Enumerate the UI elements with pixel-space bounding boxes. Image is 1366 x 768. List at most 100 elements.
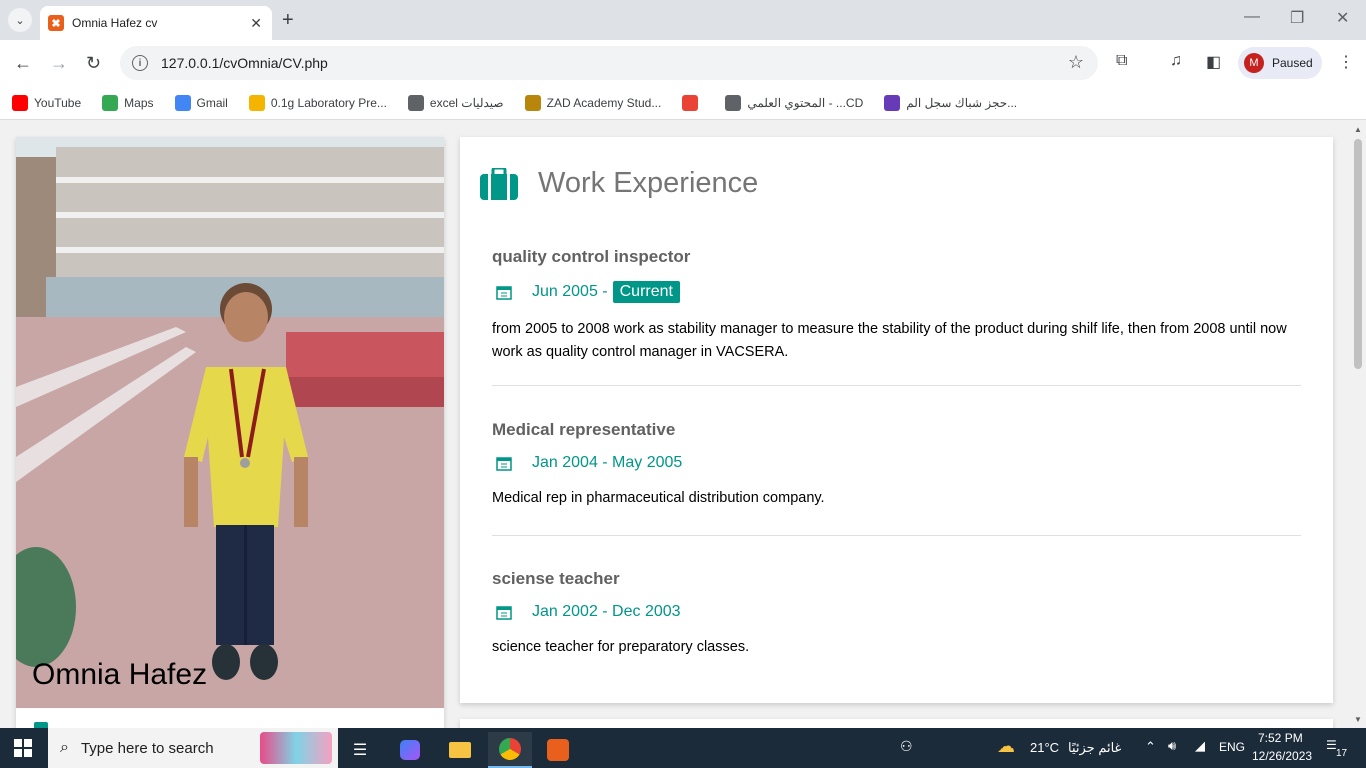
bookmark-label: 0.1g Laboratory Pre...	[270, 95, 387, 110]
profile-photo-illustration	[16, 137, 444, 708]
profile-card: Omnia Hafez	[16, 137, 444, 728]
divider	[492, 385, 1301, 386]
job-title: quality control inspector	[492, 247, 691, 266]
divider	[492, 535, 1301, 536]
browser-tab[interactable]: ✖ Omnia Hafez cv ✕	[40, 6, 272, 40]
bookmark-item[interactable]	[682, 94, 704, 111]
job-date: Jun 2005 - Current	[492, 281, 1301, 303]
calendar-icon	[496, 286, 512, 300]
xampp-taskbar-icon[interactable]	[536, 732, 580, 768]
bookmark-item[interactable]: Gmail	[174, 94, 228, 111]
weather-desc[interactable]: غائم جزئيًا	[1068, 740, 1121, 756]
globe-icon	[725, 94, 742, 111]
notification-count: 17	[1336, 748, 1348, 759]
work-experience-card: Work Experience quality control inspecto…	[460, 137, 1333, 703]
forward-arrow-icon[interactable]: →	[50, 52, 68, 74]
bookmark-item[interactable]: المحتوي العلمي - ...CD	[725, 94, 864, 111]
url-text[interactable]: 127.0.0.1/cvOmnia/CV.php	[161, 55, 328, 71]
tab-title: Omnia Hafez cv	[72, 16, 158, 30]
zad-icon	[524, 94, 541, 111]
job-date: Jan 2004 - May 2005	[492, 454, 1301, 472]
gmail-icon	[682, 94, 699, 111]
language-indicator[interactable]: ENG	[1219, 740, 1245, 754]
site-icon	[248, 94, 265, 111]
profile-name: Omnia Hafez	[32, 658, 208, 691]
bookmark-item[interactable]: Maps	[102, 94, 154, 111]
tab-search-button[interactable]: ⌄	[8, 8, 32, 32]
windows-start-icon[interactable]	[14, 739, 32, 757]
section-title: Work Experience	[538, 167, 759, 199]
xampp-favicon-icon: ✖	[48, 15, 64, 31]
bookmark-label: حجز شباك سجل الم...	[906, 95, 1018, 110]
job-title: Medical representative	[492, 420, 676, 439]
page-scrollbar[interactable]: ▲ ▼	[1350, 121, 1366, 728]
bookmark-item[interactable]: excel صيدليات	[407, 94, 504, 111]
bookmark-label: YouTube	[34, 95, 82, 110]
scroll-down-icon[interactable]: ▼	[1354, 715, 1362, 724]
scroll-up-icon[interactable]: ▲	[1354, 125, 1362, 134]
address-bar[interactable]: i 127.0.0.1/cvOmnia/CV.php ☆	[120, 46, 1098, 80]
profile-photo: Omnia Hafez	[16, 137, 444, 708]
close-window-icon[interactable]: ✕	[1336, 8, 1349, 28]
bookmark-label: Maps	[124, 95, 154, 110]
bookmark-label: ZAD Academy Stud...	[546, 95, 662, 110]
minimize-icon[interactable]: —	[1244, 8, 1260, 26]
site-info-icon[interactable]: i	[132, 55, 148, 71]
search-icon: ⌕	[60, 739, 69, 756]
bookmark-item[interactable]: حجز شباك سجل الم...	[884, 94, 1018, 111]
maps-icon	[102, 94, 119, 111]
search-highlight-icon	[260, 732, 332, 764]
job-date-text: Jan 2004 - May 2005	[532, 454, 683, 471]
extensions-icon[interactable]: ⧉	[1116, 52, 1127, 70]
profile-button[interactable]: M Paused	[1238, 47, 1322, 79]
volume-icon[interactable]: 🔊︎	[1168, 738, 1176, 754]
job-title: sciense teacher	[492, 569, 620, 588]
next-section-card	[460, 719, 1333, 728]
people-icon[interactable]: ⚇	[900, 738, 913, 755]
media-controls-icon[interactable]: ♫	[1170, 52, 1182, 70]
restore-icon[interactable]: ❐	[1290, 8, 1304, 28]
reload-icon[interactable]: ↻	[86, 52, 101, 74]
menu-kebab-icon[interactable]: ⋮	[1338, 52, 1354, 72]
bookmark-item[interactable]: YouTube	[12, 94, 82, 111]
chevron-up-icon[interactable]: ⌃	[1145, 739, 1156, 755]
clock-date[interactable]: 12/26/2023	[1252, 749, 1312, 763]
job-date-text: Jun 2005 -	[532, 283, 608, 300]
job-description: from 2005 to 2008 work as stability mana…	[492, 321, 1287, 360]
weather-icon[interactable]: ☁	[997, 736, 1015, 757]
task-view-icon[interactable]: ☰	[338, 732, 382, 768]
taskbar-search[interactable]: ⌕ Type here to search	[48, 728, 338, 768]
job-entry: quality control inspector Jun 2005 - Cur…	[492, 247, 1301, 364]
weather-temp[interactable]: 21°C	[1030, 740, 1059, 755]
bookmark-item[interactable]: ZAD Academy Stud...	[524, 94, 662, 111]
tab-strip: ⌄ ✖ Omnia Hafez cv ✕ + — ❐ ✕	[0, 0, 1366, 40]
browser-toolbar: ← → ↻ i 127.0.0.1/cvOmnia/CV.php ☆ ⧉ ♫ ◧…	[0, 40, 1366, 86]
job-description: science teacher for preparatory classes.	[492, 639, 750, 655]
calendar-icon	[496, 457, 512, 471]
bookmark-label: Gmail	[196, 95, 228, 110]
scrollbar-thumb[interactable]	[1354, 139, 1362, 369]
job-date: Jan 2002 - Dec 2003	[492, 603, 1301, 621]
google-icon	[174, 94, 191, 111]
network-icon[interactable]: ◢	[1195, 738, 1205, 754]
clock-time[interactable]: 7:52 PM	[1258, 731, 1303, 745]
job-entry: sciense teacher Jan 2002 - Dec 2003 scie…	[492, 569, 1301, 659]
windows-taskbar: ⌕ Type here to search ☰ ⚇ ☁ 21°C غائم جز…	[0, 728, 1366, 768]
new-tab-button[interactable]: +	[282, 8, 294, 32]
job-date-text: Jan 2002 - Dec 2003	[532, 603, 681, 620]
side-panel-icon[interactable]: ◧	[1206, 52, 1221, 72]
taskbar-search-placeholder: Type here to search	[80, 739, 214, 757]
profile-status: Paused	[1272, 56, 1313, 70]
calendar-icon	[496, 606, 512, 620]
current-badge: Current	[612, 281, 680, 303]
chrome-taskbar-icon[interactable]	[488, 732, 532, 768]
back-arrow-icon[interactable]: ←	[14, 52, 32, 74]
bookmark-label: المحتوي العلمي - ...CD	[747, 95, 864, 110]
page-content: Omnia Hafez Work Experience quality cont…	[0, 121, 1350, 728]
close-tab-icon[interactable]: ✕	[250, 15, 262, 32]
file-explorer-icon[interactable]	[438, 732, 482, 768]
bookmark-star-icon[interactable]: ☆	[1068, 52, 1084, 73]
bookmark-item[interactable]: 0.1g Laboratory Pre...	[248, 94, 387, 111]
job-description: Medical rep in pharmaceutical distributi…	[492, 490, 825, 506]
copilot-icon[interactable]	[388, 732, 432, 768]
